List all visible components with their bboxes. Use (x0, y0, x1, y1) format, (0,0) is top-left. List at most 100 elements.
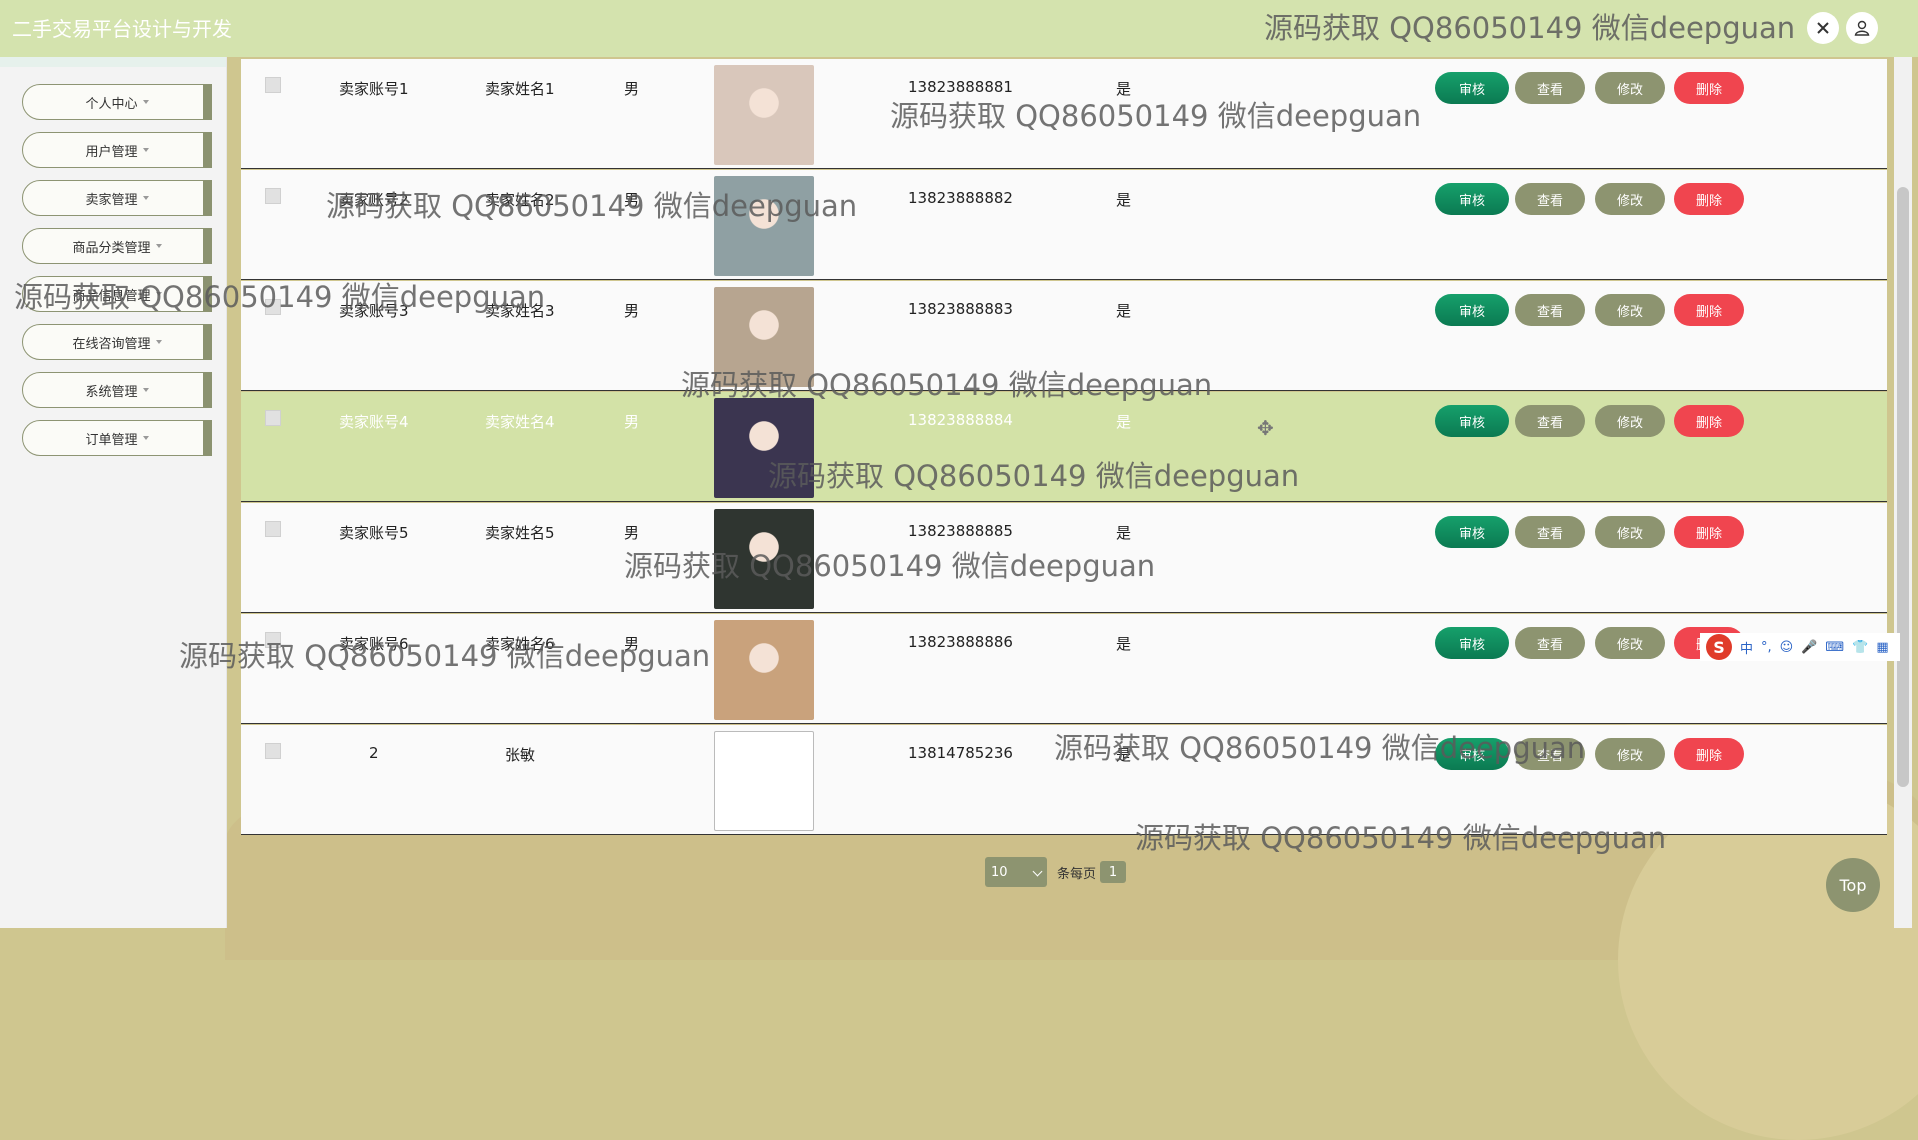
row-checkbox[interactable] (265, 521, 281, 537)
watermark-text: 源码获取 QQ86050149 微信deepguan (1135, 821, 1667, 855)
view-button[interactable]: 查看 (1515, 405, 1585, 437)
sidebar-item-order-management[interactable]: 订单管理 (22, 420, 212, 456)
audit-status-cell: 是 (1116, 302, 1132, 320)
sidebar-item-label: 用户管理 (85, 144, 138, 160)
page-number-button[interactable]: 1 (1100, 861, 1127, 883)
sidebar-item-bar (203, 372, 212, 408)
ime-mode-label: 中 (1740, 641, 1754, 657)
view-button[interactable]: 查看 (1515, 294, 1585, 326)
page-size-value: 10 (991, 864, 1008, 880)
sidebar-item-label: 个人中心 (85, 96, 138, 112)
watermark-text: 源码获取 QQ86050149 微信deepguan (681, 368, 1213, 402)
gender-cell: 男 (624, 413, 640, 431)
row-checkbox[interactable] (265, 743, 281, 759)
user-button[interactable] (1846, 12, 1878, 44)
sidebar-item-personal-center[interactable]: 个人中心 (22, 84, 212, 120)
sidebar-item-bar (203, 420, 212, 456)
ime-toolbar[interactable]: S 中 °, ☺ 🎤 ⌨ 👕 ▦ (1700, 633, 1900, 661)
delete-button[interactable]: 删除 (1674, 405, 1744, 437)
edit-button[interactable]: 修改 (1595, 627, 1665, 659)
view-button[interactable]: 查看 (1515, 627, 1585, 659)
sidebar-item-label: 订单管理 (85, 432, 138, 448)
microphone-icon[interactable]: 🎤 (1801, 640, 1817, 655)
name-cell: 卖家姓名5 (485, 524, 555, 542)
edit-button[interactable]: 修改 (1595, 72, 1665, 104)
audit-button[interactable]: 审核 (1435, 72, 1509, 104)
sogou-logo-icon: S (1706, 634, 1732, 660)
delete-button[interactable]: 删除 (1674, 72, 1744, 104)
punctuation-icon[interactable]: °, (1761, 640, 1772, 655)
audit-button[interactable]: 审核 (1435, 405, 1509, 437)
delete-button[interactable]: 删除 (1674, 183, 1744, 215)
delete-button[interactable]: 删除 (1674, 738, 1744, 770)
sidebar-item-seller-management[interactable]: 卖家管理 (22, 180, 212, 216)
edit-button[interactable]: 修改 (1595, 405, 1665, 437)
account-cell: 2 (369, 744, 379, 762)
sidebar-item-bar (203, 180, 212, 216)
gender-cell: 男 (624, 524, 640, 542)
sidebar-item-category-management[interactable]: 商品分类管理 (22, 228, 212, 264)
watermark-text: 源码获取 QQ86050149 微信deepguan (1054, 731, 1586, 765)
scrollbar-thumb[interactable] (1897, 187, 1909, 787)
audit-button[interactable]: 审核 (1435, 294, 1509, 326)
pagination: 10 条每页 1 (985, 857, 1127, 887)
scrollbar[interactable] (1894, 57, 1912, 928)
sidebar-item-user-management[interactable]: 用户管理 (22, 132, 212, 168)
audit-status-cell: 是 (1116, 635, 1132, 653)
grid-menu-icon[interactable]: ▦ (1876, 640, 1888, 655)
name-cell: 卖家姓名1 (485, 80, 555, 98)
delete-button[interactable]: 删除 (1674, 516, 1744, 548)
watermark-text: 源码获取 QQ86050149 微信deepguan (326, 189, 858, 223)
close-icon (1817, 22, 1829, 34)
back-to-top-button[interactable]: Top (1826, 858, 1880, 912)
watermark-text: 源码获取 QQ86050149 微信deepguan (179, 639, 711, 673)
sidebar-item-label: 卖家管理 (85, 192, 138, 208)
view-button[interactable]: 查看 (1515, 516, 1585, 548)
watermark-text: 源码获取 QQ86050149 微信deepguan (1264, 11, 1796, 45)
phone-cell: 13814785236 (908, 744, 1013, 762)
view-button[interactable]: 查看 (1515, 183, 1585, 215)
sidebar-item-bar (203, 84, 212, 120)
seller-photo (714, 620, 814, 720)
emoji-icon[interactable]: ☺ (1780, 640, 1794, 655)
edit-button[interactable]: 修改 (1595, 516, 1665, 548)
sidebar-item-bar (203, 324, 212, 360)
gender-cell: 男 (624, 302, 640, 320)
name-cell: 张敏 (505, 746, 536, 764)
edit-button[interactable]: 修改 (1595, 183, 1665, 215)
edit-button[interactable]: 修改 (1595, 738, 1665, 770)
chevron-down-icon (155, 244, 162, 248)
app-title: 二手交易平台设计与开发 (12, 17, 232, 41)
audit-status-cell: 是 (1116, 524, 1132, 542)
edit-button[interactable]: 修改 (1595, 294, 1665, 326)
chevron-down-icon (142, 436, 149, 440)
audit-button[interactable]: 审核 (1435, 183, 1509, 215)
account-cell: 卖家账号1 (339, 80, 409, 98)
audit-status-cell: 是 (1116, 413, 1132, 431)
row-checkbox[interactable] (265, 410, 281, 426)
phone-cell: 13823888883 (908, 300, 1013, 318)
move-cursor-icon: ✥ (1257, 416, 1274, 440)
phone-cell: 13823888884 (908, 411, 1013, 429)
audit-button[interactable]: 审核 (1435, 627, 1509, 659)
sidebar-item-system-management[interactable]: 系统管理 (22, 372, 212, 408)
delete-button[interactable]: 删除 (1674, 294, 1744, 326)
audit-button[interactable]: 审核 (1435, 516, 1509, 548)
page-size-select[interactable]: 10 (985, 857, 1047, 887)
sidebar-item-consult-management[interactable]: 在线咨询管理 (22, 324, 212, 360)
skin-icon[interactable]: 👕 (1852, 640, 1868, 655)
row-checkbox[interactable] (265, 77, 281, 93)
chevron-down-icon (1032, 866, 1043, 877)
sidebar-item-bar (203, 228, 212, 264)
per-page-label: 条每页 (1057, 866, 1097, 882)
user-icon (1854, 20, 1870, 36)
account-cell: 卖家账号4 (339, 413, 409, 431)
watermark-text: 源码获取 QQ86050149 微信deepguan (14, 280, 546, 314)
view-button[interactable]: 查看 (1515, 72, 1585, 104)
sidebar-item-label: 系统管理 (85, 384, 138, 400)
close-button[interactable] (1807, 12, 1839, 44)
watermark-text: 源码获取 QQ86050149 微信deepguan (768, 459, 1300, 493)
row-checkbox[interactable] (265, 188, 281, 204)
sidebar: 个人中心 用户管理 卖家管理 商品分类管理 商品信息管理 在线咨询管理 系统管理… (0, 57, 227, 928)
keyboard-icon[interactable]: ⌨ (1825, 640, 1844, 655)
